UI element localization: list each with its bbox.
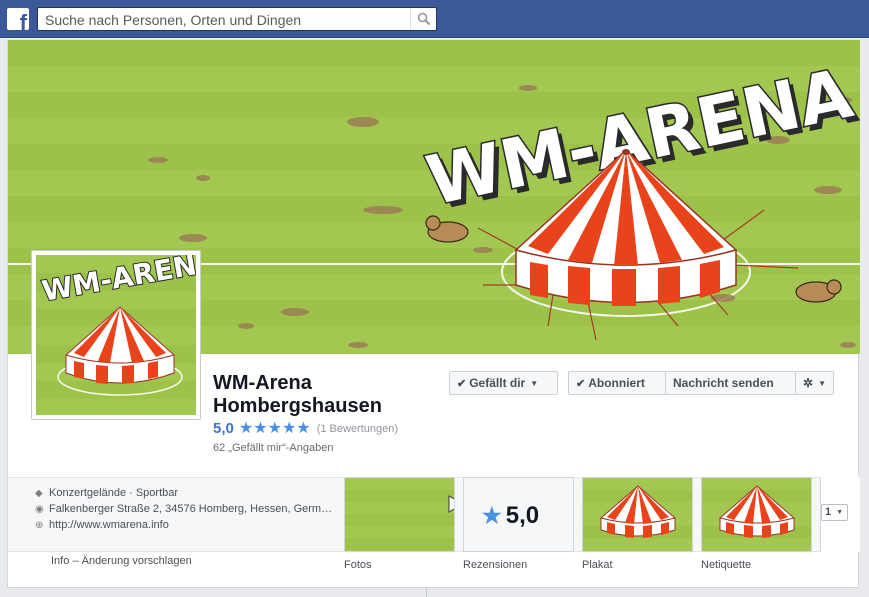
settings-dropdown-button[interactable]: ✲ ▼ [795, 372, 833, 394]
facebook-logo-icon[interactable]: f [7, 8, 29, 30]
website-row: ⊕ http://www.wmarena.info [35, 517, 335, 533]
chevron-down-icon: ▼ [836, 509, 844, 516]
star-icon: ★ [253, 419, 268, 437]
like-button-label: Gefällt dir [469, 376, 526, 390]
send-message-label: Nachricht senden [673, 376, 774, 390]
gear-icon: ✲ [803, 376, 814, 390]
category-text[interactable]: Konzertgelände · Sportbar [49, 487, 178, 499]
page-title-line-2: Hombergshausen [213, 395, 382, 417]
checkmark-icon: ✔ [576, 378, 586, 390]
likes-count[interactable]: 62 „Gefällt mir“-Angaben [213, 442, 333, 454]
more-tabs-count: 1 [825, 506, 832, 518]
profile-picture-artwork: WM-ARENA [36, 255, 196, 415]
star-icon: ★ [238, 419, 254, 437]
reviews-rating-value: 5,0 [505, 502, 540, 529]
photos-tile[interactable] [344, 477, 455, 552]
page-timeline: WM-ARENA WM-ARENA WM-ARENA WM-Arena Homb… [7, 40, 860, 588]
poster-thumbnail [583, 478, 692, 551]
send-message-button[interactable]: Nachricht senden [665, 372, 795, 394]
search-input[interactable]: Suche nach Personen, Orten und Dingen [37, 7, 437, 31]
address-text[interactable]: Falkenberger Straße 2, 34576 Homberg, He… [49, 503, 332, 515]
about-links: Info – Änderung vorschlagen [51, 555, 192, 567]
like-button[interactable]: ✔ Gefällt dir ▼ [449, 371, 558, 395]
netiquette-tile-label[interactable]: Netiquette [701, 559, 751, 571]
globe-icon: ⊕ [35, 520, 44, 531]
category-row: ◆ Konzertgelände · Sportbar [35, 485, 335, 501]
tag-icon: ◆ [35, 488, 43, 499]
location-pin-icon: ◉ [35, 504, 44, 515]
checkmark-icon: ✔ [457, 378, 467, 390]
subscribed-button-label: Abonniert [588, 376, 645, 390]
info-link[interactable]: Info [51, 555, 69, 567]
top-navigation-bar: f Suche nach Personen, Orten und Dingen [0, 0, 869, 38]
poster-tile-label[interactable]: Plakat [582, 559, 613, 571]
photos-tile-label[interactable]: Fotos [344, 559, 372, 571]
star-icon: ★ [482, 503, 502, 528]
subscribed-button[interactable]: ✔ Abonniert [569, 372, 665, 394]
more-tabs-select[interactable]: 1 ▼ [821, 504, 848, 521]
netiquette-thumbnail [702, 478, 811, 551]
rating-summary[interactable]: 5,0 ★★★★★ (1 Bewertungen) [213, 420, 398, 438]
chevron-down-icon: ▼ [818, 379, 826, 388]
reviews-tile[interactable]: ★ 5,0 [463, 477, 574, 552]
search-button[interactable] [410, 8, 436, 30]
star-icon: ★ [296, 419, 311, 437]
action-button-group: ✔ Abonniert Nachricht senden ✲ ▼ [568, 371, 834, 395]
page-title-line-1: WM-Arena [213, 372, 312, 394]
separator: – [72, 555, 82, 567]
more-tiles-panel: 1 ▼ [820, 477, 860, 552]
suggest-edit-link[interactable]: Änderung vorschlagen [82, 555, 192, 567]
rating-stars: ★★★★★ [238, 419, 311, 437]
profile-picture[interactable]: WM-ARENA [31, 250, 201, 420]
timeline-divider [426, 588, 427, 597]
star-icon: ★ [281, 419, 297, 437]
reviews-tile-label[interactable]: Rezensionen [463, 559, 527, 571]
netiquette-tile[interactable] [701, 477, 812, 552]
address-row: ◉ Falkenberger Straße 2, 34576 Homberg, H… [35, 501, 335, 517]
search-placeholder: Suche nach Personen, Orten und Dingen [45, 12, 302, 28]
reviews-rating: ★ 5,0 [482, 502, 539, 530]
search-icon [417, 12, 431, 26]
chevron-down-icon: ▼ [530, 379, 539, 388]
page-title[interactable]: WM-Arena Hombergshausen [213, 372, 443, 418]
about-details: ◆ Konzertgelände · Sportbar ◉ Falkenberger… [35, 485, 335, 533]
photos-thumbnail [345, 478, 454, 551]
website-link[interactable]: http://www.wmarena.info [49, 519, 169, 531]
star-icon: ★ [267, 419, 282, 437]
poster-tile[interactable] [582, 477, 693, 552]
rating-count[interactable]: (1 Bewertungen) [317, 423, 398, 435]
rating-value: 5,0 [213, 420, 234, 437]
